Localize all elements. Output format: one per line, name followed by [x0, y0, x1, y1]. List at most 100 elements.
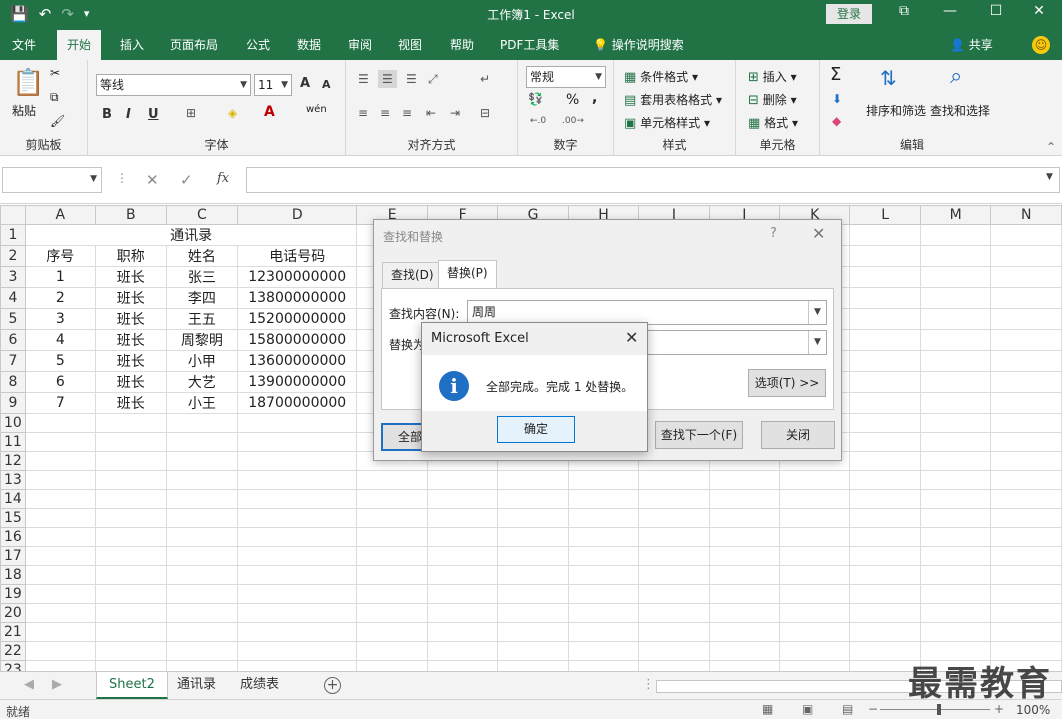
cell[interactable] — [356, 584, 428, 604]
row-header[interactable]: 2 — [0, 245, 26, 267]
cell[interactable] — [849, 546, 921, 566]
cell[interactable] — [919, 371, 992, 393]
cell[interactable] — [94, 565, 167, 585]
cell[interactable] — [919, 584, 992, 604]
cell[interactable] — [24, 508, 96, 528]
cell[interactable] — [990, 546, 1062, 566]
cell[interactable]: 李四 — [165, 287, 238, 309]
cell[interactable] — [236, 660, 358, 671]
cell[interactable] — [567, 641, 640, 661]
cell[interactable] — [778, 508, 851, 528]
tab-view[interactable]: 视图 — [388, 30, 432, 60]
cell[interactable] — [990, 392, 1062, 414]
cell[interactable] — [919, 470, 992, 490]
cell[interactable] — [638, 508, 710, 528]
cell[interactable] — [567, 565, 640, 585]
expand-formula-icon[interactable]: ▼ — [1046, 172, 1053, 182]
cell[interactable]: 班长 — [94, 308, 167, 330]
row-header[interactable]: 5 — [0, 308, 26, 330]
cell[interactable] — [849, 266, 921, 288]
cell[interactable] — [94, 641, 167, 661]
cell[interactable] — [708, 584, 780, 604]
cell[interactable] — [356, 508, 428, 528]
number-format-combo[interactable]: 常规 ▼ — [526, 66, 606, 88]
page-layout-view-icon[interactable]: ▣ — [802, 702, 813, 716]
conditional-format-button[interactable]: ▦ 条件格式 ▾ — [624, 68, 698, 85]
currency-icon[interactable]: 💱 — [528, 92, 543, 106]
cell[interactable]: 13900000000 — [236, 371, 358, 393]
cell[interactable] — [567, 622, 640, 642]
cell[interactable] — [919, 287, 992, 309]
cell[interactable] — [426, 470, 499, 490]
cell[interactable] — [236, 584, 358, 604]
share-button[interactable]: 👤 共享 — [950, 30, 993, 60]
cell[interactable] — [165, 546, 238, 566]
cell[interactable] — [236, 603, 358, 623]
cell[interactable] — [426, 546, 499, 566]
font-color-icon[interactable]: A — [264, 104, 275, 120]
cell[interactable] — [638, 622, 710, 642]
increase-decimal-icon[interactable]: ←.0 — [530, 116, 546, 126]
cell[interactable] — [24, 584, 96, 604]
cell[interactable] — [426, 527, 499, 547]
cell[interactable] — [165, 413, 238, 433]
cell[interactable] — [638, 527, 710, 547]
cell[interactable] — [708, 508, 780, 528]
cell[interactable] — [990, 371, 1062, 393]
tab-data[interactable]: 数据 — [287, 30, 331, 60]
autosum-icon[interactable]: Σ — [830, 64, 841, 85]
cell[interactable] — [849, 371, 921, 393]
align-bottom-icon[interactable]: ☰ — [406, 72, 417, 86]
wrap-text-icon[interactable]: ↵ — [480, 72, 490, 86]
cell[interactable]: 小甲 — [165, 350, 238, 372]
cell[interactable] — [94, 546, 167, 566]
tab-home[interactable]: 开始 — [57, 30, 102, 60]
cell[interactable]: 张三 — [165, 266, 238, 288]
cell[interactable] — [849, 622, 921, 642]
zoom-out-icon[interactable]: − — [868, 702, 878, 716]
row-header[interactable]: 7 — [0, 350, 26, 372]
cell[interactable] — [849, 245, 921, 267]
cell[interactable] — [497, 603, 569, 623]
cell[interactable] — [497, 641, 569, 661]
cell[interactable] — [990, 508, 1062, 528]
cell[interactable] — [990, 565, 1062, 585]
cell[interactable] — [24, 527, 96, 547]
cell[interactable] — [356, 660, 428, 671]
cell[interactable] — [165, 641, 238, 661]
cell[interactable] — [165, 603, 238, 623]
row-header[interactable]: 11 — [0, 432, 26, 452]
shrink-font-button[interactable]: A — [322, 78, 331, 91]
tab-review[interactable]: 审阅 — [338, 30, 382, 60]
column-header[interactable]: M — [919, 205, 992, 225]
collapse-ribbon-icon[interactable]: ⌃ — [1046, 140, 1056, 154]
cell[interactable] — [497, 584, 569, 604]
row-header[interactable]: 20 — [0, 603, 26, 623]
cell[interactable] — [919, 392, 992, 414]
cell[interactable] — [708, 470, 780, 490]
cell[interactable] — [24, 603, 96, 623]
cell[interactable] — [356, 622, 428, 642]
cell[interactable] — [919, 266, 992, 288]
cell[interactable]: 13600000000 — [236, 350, 358, 372]
row-header[interactable]: 19 — [0, 584, 26, 604]
cell[interactable] — [94, 508, 167, 528]
cell[interactable] — [165, 451, 238, 471]
cell[interactable]: 12300000000 — [236, 266, 358, 288]
paste-label[interactable]: 粘贴 — [12, 102, 36, 119]
cell[interactable]: 2 — [24, 287, 96, 309]
cell[interactable] — [778, 603, 851, 623]
cell[interactable]: 小王 — [165, 392, 238, 414]
cell[interactable] — [24, 413, 96, 433]
cell[interactable] — [165, 432, 238, 452]
cell[interactable] — [708, 527, 780, 547]
cell[interactable] — [94, 470, 167, 490]
cell[interactable]: 电话号码 — [236, 245, 358, 267]
name-box[interactable]: ▼ — [2, 167, 102, 193]
ok-button[interactable]: 确定 — [497, 416, 575, 443]
tab-pdf-tools[interactable]: PDF工具集 — [490, 30, 569, 60]
close-icon[interactable]: ✕ — [625, 328, 638, 347]
cell-styles-button[interactable]: ▣ 单元格样式 ▾ — [624, 114, 710, 131]
cell[interactable] — [708, 622, 780, 642]
cell[interactable] — [567, 584, 640, 604]
